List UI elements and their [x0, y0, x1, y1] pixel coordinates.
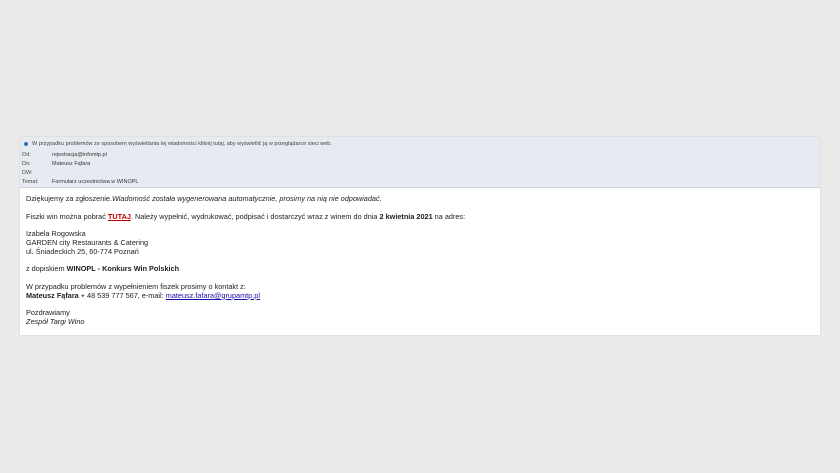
download-post: na adres: [432, 211, 466, 221]
contact-phone: + 48 539 777 567, e-mail: [78, 290, 166, 300]
subject-row: Temat: Formularz uczestnictwa w WINOPL [22, 179, 139, 185]
auto-note: Wiadomość została wygenerowana automatyc… [111, 194, 382, 203]
from-row: Od: rejestracja@infomtp.pl [22, 152, 107, 158]
contact-line: Mateusz Fąfara + 48 539 777 567, e-mail:… [26, 290, 814, 301]
info-text[interactable]: W przypadku problemów ze sposobem wyświe… [32, 141, 332, 147]
to-row: Do: Mateusz Fąfara [22, 161, 90, 167]
email-body: Dziękujemy za zgłoszenie.Wiadomość zosta… [20, 188, 820, 327]
cc-row: DW: [22, 170, 52, 176]
greeting: Pozdrawiamy [26, 308, 70, 318]
to-label: Do: [22, 161, 31, 167]
contact-name: Mateusz Fąfara [26, 290, 79, 300]
thanks-line: Dziękujemy za zgłoszenie.Wiadomość zosta… [26, 194, 814, 204]
info-bar[interactable]: W przypadku problemów ze sposobem wyświe… [24, 141, 332, 147]
info-icon [24, 142, 28, 146]
cc-label: DW: [22, 170, 33, 176]
download-line: Fiszki win można pobrać TUTAJ. Należy wy… [26, 211, 814, 222]
subject-value: Formularz uczestnictwa w WINOPL [52, 179, 139, 185]
note-bold: WINOPL - Konkurs Win Polskich [66, 264, 180, 274]
deadline: 2 kwietnia 2021 [379, 211, 433, 221]
address-company: GARDEN city Restaurants & Catering [26, 237, 149, 247]
note-line: z dopiskiem WINOPL - Konkurs Win Polskic… [26, 264, 814, 274]
subject-label: Temat: [22, 179, 39, 185]
note-pre: z dopiskiem [26, 264, 67, 274]
address-street: ul. Śniadeckich 25, 60-774 Poznań [26, 246, 139, 256]
email-message: W przypadku problemów ze sposobem wyświe… [20, 137, 820, 335]
email-header: W przypadku problemów ze sposobem wyświe… [20, 137, 820, 188]
download-pre: Fiszki win można pobrać [26, 211, 108, 221]
to-value: Mateusz Fąfara [52, 161, 91, 167]
download-mid: . Należy wypełnić, wydrukować, podpisać … [130, 211, 380, 221]
from-value: rejestracja@infomtp.pl [52, 152, 107, 158]
thanks-text: Dziękujemy za zgłoszenie. [26, 194, 112, 203]
signature: Zespół Targi Wino [26, 317, 85, 327]
contact-email-link[interactable]: mateusz.fafara@grupamtp.pl [166, 291, 260, 300]
from-label: Od: [22, 152, 31, 158]
download-link[interactable]: TUTAJ [108, 212, 131, 221]
